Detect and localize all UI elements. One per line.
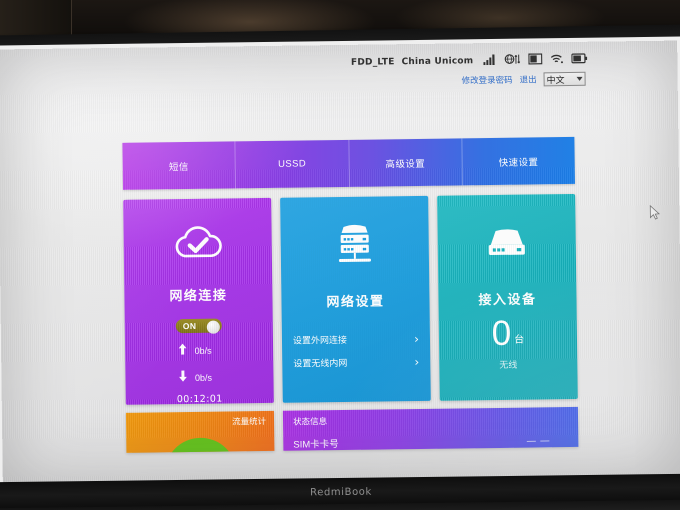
card-connected-devices[interactable]: 接入设备 0 台 无线 bbox=[437, 193, 578, 401]
router-device-icon bbox=[478, 218, 535, 267]
card-network-connection-title: 网络连接 bbox=[169, 287, 228, 304]
laptop-brand-label: RedmiBook bbox=[309, 486, 372, 499]
download-speed-row: 0b/s bbox=[178, 369, 221, 388]
status-bar-primary-row: FDD_LTE China Unicom bbox=[351, 51, 588, 72]
card-connected-devices-title: 接入设备 bbox=[478, 291, 537, 308]
dashboard-cards: 网络连接 ON 0b/s 0b/s 00:12:01 网络设置 设置外网连接 ›… bbox=[123, 193, 578, 405]
nav-tabs: 短信 USSD 高级设置 快速设置 bbox=[122, 136, 575, 190]
status-bar: FDD_LTE China Unicom 修改登录密码 退出 中文 bbox=[97, 48, 588, 96]
download-arrow-icon bbox=[178, 369, 187, 387]
signal-bars-icon bbox=[483, 52, 496, 70]
card-network-settings[interactable]: 网络设置 设置外网连接 › 设置无线内网 › bbox=[280, 195, 431, 403]
connected-devices-count: 0 台 bbox=[491, 313, 525, 354]
network-settings-links: 设置外网连接 › 设置无线内网 › bbox=[282, 327, 431, 375]
chevron-right-icon: › bbox=[414, 331, 420, 346]
connection-toggle-label: ON bbox=[182, 320, 197, 332]
card-status-information-title: 状态信息 bbox=[292, 416, 328, 427]
connection-toggle[interactable]: ON bbox=[175, 318, 222, 334]
tab-ussd-label: USSD bbox=[277, 158, 307, 170]
dashboard-bottom-row: 流量统计 状态信息 SIM卡卡号 — — bbox=[125, 406, 579, 453]
tab-sms-label: 短信 bbox=[168, 161, 189, 173]
link-configure-wlan-label: 设置无线内网 bbox=[293, 357, 348, 369]
language-select[interactable]: 中文 bbox=[543, 71, 586, 87]
upload-arrow-icon bbox=[178, 342, 187, 360]
upload-speed-row: 0b/s bbox=[178, 342, 221, 361]
card-traffic-statistics-title: 流量统计 bbox=[231, 415, 267, 427]
battery-icon bbox=[571, 51, 588, 69]
card-status-information[interactable]: 状态信息 SIM卡卡号 — — bbox=[282, 406, 579, 451]
chevron-right-icon: › bbox=[414, 354, 420, 369]
server-stack-icon bbox=[327, 220, 382, 269]
globe-data-icon bbox=[504, 52, 521, 70]
screen-surface: FDD_LTE China Unicom 修改登录密码 退出 中文 短信 USS… bbox=[0, 40, 680, 490]
connected-devices-unit: 台 bbox=[514, 334, 525, 346]
connection-uptime: 00:12:01 bbox=[176, 393, 223, 405]
link-configure-wan-label: 设置外网连接 bbox=[292, 334, 348, 346]
status-icon-group bbox=[483, 51, 588, 70]
cloud-check-icon bbox=[169, 223, 226, 264]
download-speed-value: 0b/s bbox=[194, 372, 213, 383]
carrier-label: China Unicom bbox=[401, 56, 474, 68]
language-select-value: 中文 bbox=[546, 74, 565, 85]
sim-number-label: SIM卡卡号 bbox=[293, 439, 339, 451]
tab-quick-settings[interactable]: 快速设置 bbox=[462, 137, 575, 185]
connection-toggle-knob bbox=[206, 320, 220, 334]
logout-link[interactable]: 退出 bbox=[520, 73, 537, 85]
chevron-down-icon bbox=[576, 76, 583, 81]
change-password-link[interactable]: 修改登录密码 bbox=[461, 74, 513, 87]
mouse-cursor bbox=[649, 204, 661, 220]
router-admin-page: FDD_LTE China Unicom 修改登录密码 退出 中文 短信 USS… bbox=[0, 41, 680, 490]
tab-advanced-settings[interactable]: 高级设置 bbox=[348, 138, 463, 187]
connected-devices-subtitle: 无线 bbox=[499, 359, 518, 370]
connected-devices-number: 0 bbox=[491, 313, 512, 354]
link-configure-wlan[interactable]: 设置无线内网 › bbox=[293, 350, 419, 375]
card-traffic-statistics[interactable]: 流量统计 bbox=[125, 410, 275, 453]
laptop-screen: FDD_LTE China Unicom 修改登录密码 退出 中文 短信 USS… bbox=[0, 36, 680, 493]
sim-number-value: — — bbox=[526, 435, 551, 446]
network-mode-label: FDD_LTE bbox=[350, 57, 395, 68]
tab-sms[interactable]: 短信 bbox=[122, 141, 237, 190]
status-bar-secondary-row: 修改登录密码 退出 中文 bbox=[461, 71, 587, 89]
tab-ussd[interactable]: USSD bbox=[235, 139, 350, 189]
sim-card-icon bbox=[528, 51, 543, 69]
upload-speed-value: 0b/s bbox=[194, 345, 212, 356]
wifi-icon bbox=[550, 51, 563, 69]
card-network-settings-title: 网络设置 bbox=[326, 293, 385, 310]
card-network-connection[interactable]: 网络连接 ON 0b/s 0b/s 00:12:01 bbox=[123, 197, 274, 405]
tab-quick-settings-label: 快速设置 bbox=[498, 156, 539, 169]
laptop-photo: FDD_LTE China Unicom 修改登录密码 退出 中文 短信 USS… bbox=[0, 0, 680, 510]
tab-advanced-settings-label: 高级设置 bbox=[385, 158, 426, 170]
traffic-donut-chart bbox=[164, 437, 238, 453]
link-configure-wan[interactable]: 设置外网连接 › bbox=[293, 327, 419, 352]
